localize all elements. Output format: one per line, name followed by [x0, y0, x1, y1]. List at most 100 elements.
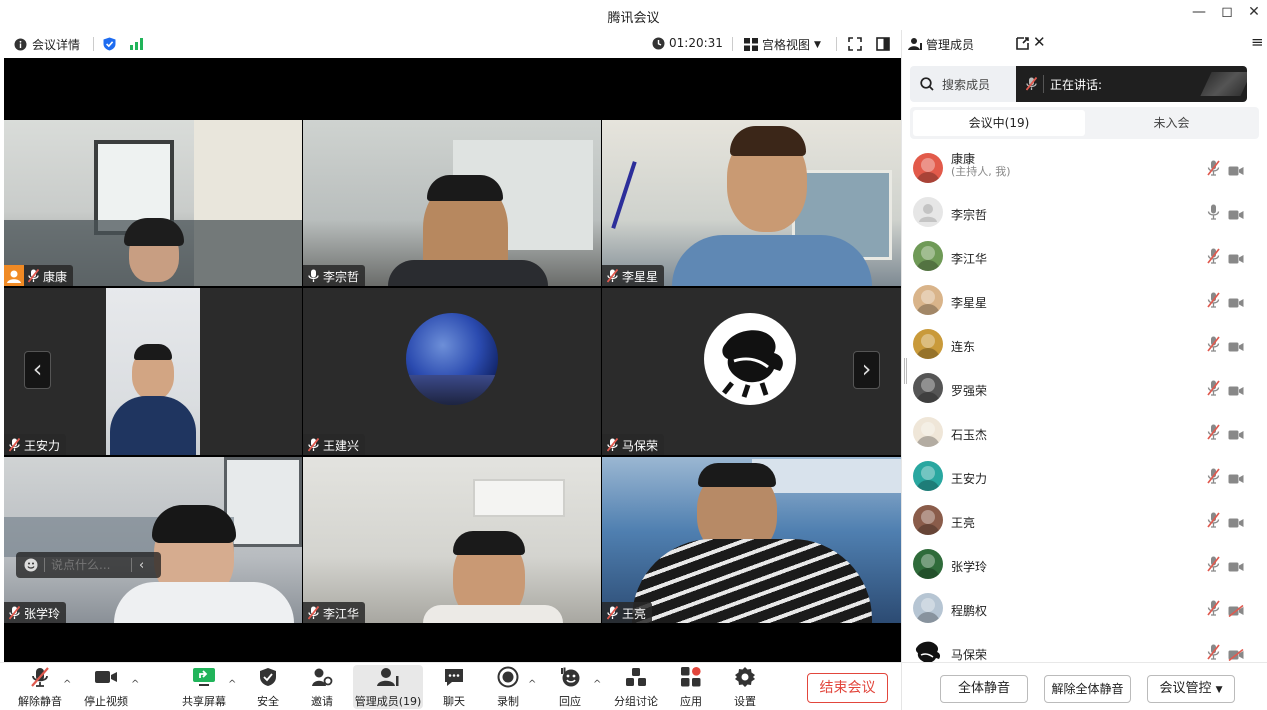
- menu-icon[interactable]: ≡: [1251, 33, 1264, 51]
- video-camera-icon[interactable]: [1228, 470, 1244, 489]
- participant-name: 李星星: [622, 270, 659, 284]
- view-mode-dropdown[interactable]: 宫格视图 ▼: [744, 36, 821, 53]
- panel-close-icon[interactable]: ✕: [1033, 33, 1046, 51]
- shield-check-icon[interactable]: [103, 37, 116, 51]
- microphone-muted-icon[interactable]: [1207, 600, 1220, 620]
- video-tile[interactable]: ‹ 张学玲: [4, 457, 302, 623]
- microphone-muted-icon[interactable]: [1207, 512, 1220, 532]
- microphone-muted-icon[interactable]: [1207, 160, 1220, 180]
- member-row[interactable]: 马保荣: [913, 631, 1253, 662]
- microphone-muted-icon[interactable]: [1207, 248, 1220, 268]
- settings-button[interactable]: 设置: [728, 665, 762, 709]
- resize-handle[interactable]: [904, 358, 907, 384]
- microphone-muted-icon[interactable]: [1207, 380, 1220, 400]
- member-row[interactable]: 王亮: [913, 499, 1253, 543]
- signal-strength-icon[interactable]: [130, 38, 146, 50]
- member-row[interactable]: 张学玲: [913, 543, 1253, 587]
- microphone-muted-icon[interactable]: [1207, 468, 1220, 488]
- prev-page-button[interactable]: ‹: [24, 351, 51, 389]
- popout-icon[interactable]: [1016, 37, 1029, 50]
- reactions-options-chevron[interactable]: ^: [593, 679, 601, 690]
- emoji-icon[interactable]: [24, 558, 38, 572]
- microphone-muted-icon[interactable]: [1207, 292, 1220, 312]
- security-button[interactable]: 安全: [251, 665, 285, 709]
- member-row[interactable]: 王安力: [913, 455, 1253, 499]
- video-camera-icon[interactable]: [1228, 338, 1244, 357]
- next-page-button[interactable]: ›: [853, 351, 880, 389]
- close-button[interactable]: ✕: [1243, 4, 1265, 20]
- video-off-icon[interactable]: [1228, 646, 1244, 662]
- manage-members-button[interactable]: 管理成员(19): [353, 665, 423, 709]
- chat-label: 聊天: [443, 695, 465, 708]
- video-tile[interactable]: 王建兴: [303, 288, 601, 455]
- hair-figure: [427, 175, 503, 201]
- member-name: 李宗哲: [951, 208, 988, 222]
- meeting-details-button[interactable]: 会议详情: [14, 36, 80, 53]
- unmute-options-chevron[interactable]: ^: [63, 679, 71, 690]
- reactions-button[interactable]: 回应: [553, 665, 587, 709]
- video-tile[interactable]: 李星星: [602, 120, 901, 286]
- member-row[interactable]: 李江华: [913, 235, 1253, 279]
- video-camera-icon[interactable]: [1228, 206, 1244, 225]
- member-avatar: [913, 637, 943, 662]
- video-tile[interactable]: 王亮: [602, 457, 901, 623]
- tab-not-joined[interactable]: 未入会: [1087, 110, 1256, 136]
- video-camera-icon[interactable]: [1228, 514, 1244, 533]
- fullscreen-icon[interactable]: [848, 37, 862, 51]
- member-row[interactable]: 连东: [913, 323, 1253, 367]
- tab-in-meeting[interactable]: 会议中(19): [913, 110, 1085, 136]
- apps-button[interactable]: 应用: [674, 665, 708, 709]
- video-tile[interactable]: 李宗哲: [303, 120, 601, 286]
- video-camera-icon[interactable]: [1228, 558, 1244, 577]
- video-tile[interactable]: ‹ 王安力: [4, 288, 302, 455]
- member-row[interactable]: 康康 (主持人, 我): [913, 147, 1253, 191]
- microphone-muted-icon: [307, 605, 320, 623]
- record-button[interactable]: 录制: [491, 665, 525, 709]
- member-row[interactable]: 罗强荣: [913, 367, 1253, 411]
- unmute-all-button[interactable]: 解除全体静音: [1044, 675, 1131, 703]
- microphone-muted-icon[interactable]: [1207, 424, 1220, 444]
- microphone-icon: [308, 268, 319, 286]
- microphone-muted-icon[interactable]: [1207, 644, 1220, 662]
- collapse-chevron-icon[interactable]: ‹: [139, 558, 144, 573]
- end-meeting-button[interactable]: 结束会议: [807, 673, 888, 703]
- video-camera-icon[interactable]: [1228, 382, 1244, 401]
- video-camera-icon[interactable]: [1228, 250, 1244, 269]
- breakout-rooms-button[interactable]: 分组讨论: [611, 665, 661, 709]
- video-tile[interactable]: 康康: [4, 120, 302, 286]
- microphone-muted-icon[interactable]: [1207, 556, 1220, 576]
- member-avatar: [913, 329, 943, 359]
- video-camera-icon[interactable]: [1228, 294, 1244, 313]
- member-search[interactable]: 搜索成员: [910, 66, 1016, 102]
- member-name: 石玉杰: [951, 428, 988, 442]
- video-off-icon[interactable]: [1228, 602, 1244, 621]
- member-row[interactable]: 李星星: [913, 279, 1253, 323]
- video-options-chevron[interactable]: ^: [131, 679, 139, 690]
- quick-chat-input[interactable]: [51, 558, 131, 572]
- security-label: 安全: [257, 695, 279, 708]
- record-options-chevron[interactable]: ^: [528, 679, 536, 690]
- member-row[interactable]: 李宗哲: [913, 191, 1253, 235]
- quick-chat-box[interactable]: ‹: [16, 552, 161, 578]
- horse-logo-icon: [915, 641, 941, 662]
- stop-video-button[interactable]: 停止视频: [80, 665, 132, 709]
- microphone-muted-icon[interactable]: [1207, 336, 1220, 356]
- mute-all-button[interactable]: 全体静音: [940, 675, 1028, 703]
- unmute-button[interactable]: 解除静音: [14, 665, 66, 709]
- video-tile[interactable]: › 马保荣: [602, 288, 901, 455]
- meeting-control-dropdown[interactable]: 会议管控 ▼: [1147, 675, 1235, 703]
- share-screen-button[interactable]: 共享屏幕: [176, 665, 232, 709]
- member-row[interactable]: 石玉杰: [913, 411, 1253, 455]
- restore-button[interactable]: ◻: [1216, 4, 1238, 20]
- invite-button[interactable]: 邀请: [305, 665, 339, 709]
- minimize-button[interactable]: —: [1188, 4, 1210, 20]
- participant-name: 康康: [43, 270, 68, 284]
- chat-button[interactable]: 聊天: [437, 665, 471, 709]
- video-tile[interactable]: 李江华: [303, 457, 601, 623]
- share-options-chevron[interactable]: ^: [228, 679, 236, 690]
- microphone-icon[interactable]: [1207, 204, 1220, 224]
- member-row[interactable]: 程鹏权: [913, 587, 1253, 631]
- video-camera-icon[interactable]: [1228, 426, 1244, 445]
- video-camera-icon[interactable]: [1228, 162, 1244, 181]
- sidebar-toggle-icon[interactable]: [876, 37, 890, 51]
